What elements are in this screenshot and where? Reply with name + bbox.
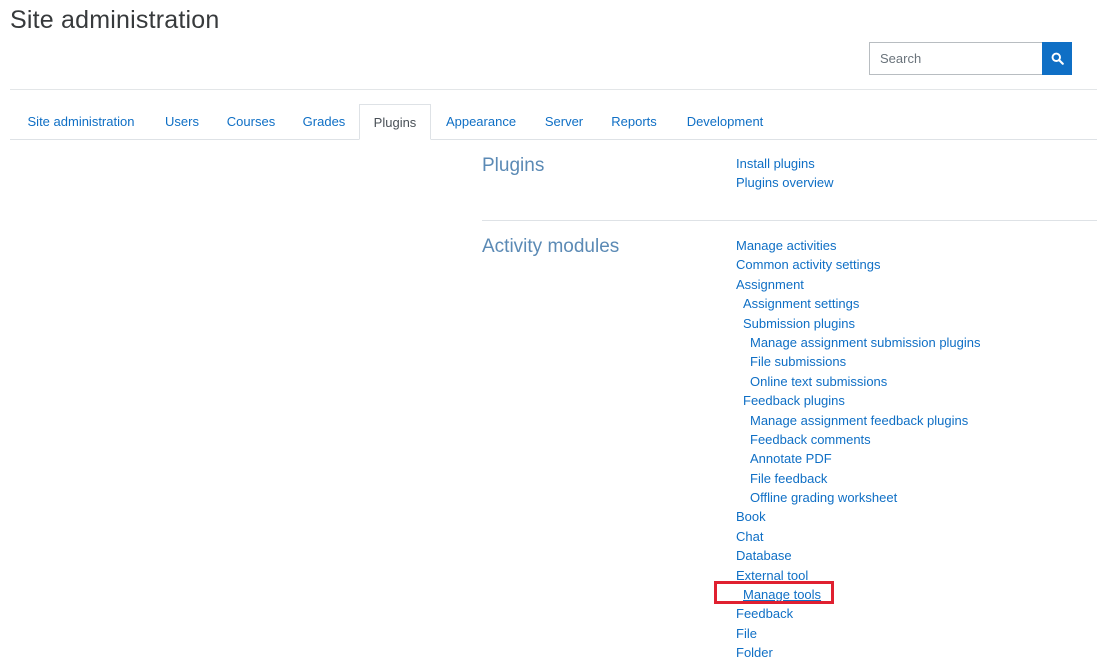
tab-server[interactable]: Server	[538, 104, 590, 139]
list-item: File submissions	[736, 352, 981, 371]
highlight-box	[714, 581, 834, 604]
link-submission-plugins[interactable]: Submission plugins	[743, 316, 855, 331]
link-file-feedback[interactable]: File feedback	[750, 471, 827, 486]
tab-grades[interactable]: Grades	[296, 104, 352, 139]
list-item: Offline grading worksheet	[736, 488, 981, 507]
link-plugins-overview[interactable]: Plugins overview	[736, 175, 834, 190]
list-item: File feedback	[736, 469, 981, 488]
search-bar	[869, 42, 1072, 75]
link-offline-grading-worksheet[interactable]: Offline grading worksheet	[750, 490, 897, 505]
link-book[interactable]: Book	[736, 509, 766, 524]
search-icon	[1051, 52, 1064, 65]
tab-courses[interactable]: Courses	[219, 104, 283, 139]
tab-users[interactable]: Users	[156, 104, 208, 139]
search-button[interactable]	[1042, 42, 1072, 75]
link-feedback-plugins[interactable]: Feedback plugins	[743, 393, 845, 408]
list-item: Manage activities	[736, 236, 981, 255]
list-item: Install plugins	[736, 154, 834, 173]
link-database[interactable]: Database	[736, 548, 792, 563]
link-install-plugins[interactable]: Install plugins	[736, 156, 815, 171]
link-online-text-submissions[interactable]: Online text submissions	[750, 374, 887, 389]
list-item: Annotate PDF	[736, 449, 981, 468]
admin-tabs: Site administration Users Courses Grades…	[10, 104, 1097, 140]
list-item: Book	[736, 507, 981, 526]
list-item: Chat	[736, 527, 981, 546]
header-divider	[10, 89, 1097, 90]
tab-site-administration[interactable]: Site administration	[10, 104, 152, 139]
link-assignment[interactable]: Assignment	[736, 277, 804, 292]
link-file-submissions[interactable]: File submissions	[750, 354, 846, 369]
plugins-link-list: Install plugins Plugins overview	[736, 154, 834, 193]
list-item: Folder	[736, 643, 981, 662]
list-item: Online text submissions	[736, 372, 981, 391]
tab-plugins[interactable]: Plugins	[359, 104, 431, 140]
list-item: Manage assignment submission plugins	[736, 333, 981, 352]
list-item: Feedback plugins	[736, 391, 981, 410]
link-chat[interactable]: Chat	[736, 529, 763, 544]
link-feedback[interactable]: Feedback	[736, 606, 793, 621]
tab-reports[interactable]: Reports	[605, 104, 663, 139]
list-item: Feedback comments	[736, 430, 981, 449]
page-title: Site administration	[10, 6, 220, 34]
list-item: Assignment	[736, 275, 981, 294]
list-item: Common activity settings	[736, 255, 981, 274]
section-title-activity-modules: Activity modules	[482, 236, 620, 257]
tab-development[interactable]: Development	[679, 104, 771, 139]
link-manage-assignment-submission-plugins[interactable]: Manage assignment submission plugins	[750, 335, 981, 350]
link-common-activity-settings[interactable]: Common activity settings	[736, 257, 881, 272]
list-item: Feedback	[736, 604, 981, 623]
link-manage-assignment-feedback-plugins[interactable]: Manage assignment feedback plugins	[750, 413, 968, 428]
link-assignment-settings[interactable]: Assignment settings	[743, 296, 859, 311]
search-input[interactable]	[869, 42, 1042, 75]
link-file[interactable]: File	[736, 626, 757, 641]
tab-appearance[interactable]: Appearance	[440, 104, 522, 139]
list-item: Assignment settings	[736, 294, 981, 313]
list-item: Database	[736, 546, 981, 565]
list-item: File	[736, 624, 981, 643]
link-annotate-pdf[interactable]: Annotate PDF	[750, 451, 832, 466]
list-item: Submission plugins	[736, 314, 981, 333]
link-folder[interactable]: Folder	[736, 645, 773, 660]
list-item: Plugins overview	[736, 173, 834, 192]
section-title-plugins: Plugins	[482, 155, 545, 176]
link-manage-activities[interactable]: Manage activities	[736, 238, 836, 253]
link-feedback-comments[interactable]: Feedback comments	[750, 432, 871, 447]
list-item: Manage assignment feedback plugins	[736, 411, 981, 430]
section-divider	[482, 220, 1097, 221]
